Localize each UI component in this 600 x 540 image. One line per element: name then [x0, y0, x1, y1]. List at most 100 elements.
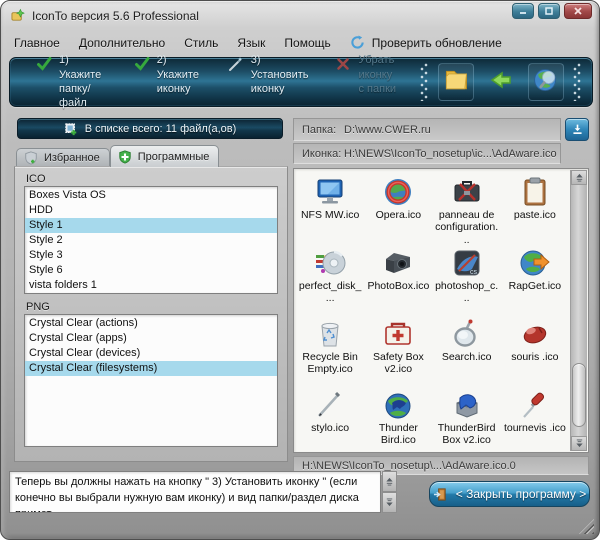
icon-grid-panel: NFS MW.icoOpera.icopanneau de configurat… [293, 168, 589, 453]
icon-file-label: tournevis .ico [504, 422, 566, 434]
globe-search-icon [532, 66, 560, 99]
maximize-button[interactable] [538, 3, 560, 19]
hint-text-box: Теперь вы должны нажать на кнопку " 3) У… [9, 471, 381, 513]
screwdriver-icon [519, 389, 551, 421]
shield-green-icon [118, 150, 132, 164]
toolbar-step-1[interactable]: 1) Укажитепапку/файл [36, 53, 109, 110]
file-count-label: В списке всего: 11 файл(а,ов) [85, 123, 237, 135]
list-item[interactable]: Style 1 [25, 218, 277, 233]
globe-bird-icon [382, 389, 414, 421]
scroll-down-button[interactable] [571, 436, 587, 451]
update-icon [350, 35, 365, 50]
folder-path-value: D:\www.CWER.ru [344, 124, 431, 136]
icon-grid-item[interactable]: cs photoshop_c... [433, 247, 501, 315]
toolbar-step-label: 3) Установитьиконку [251, 53, 311, 96]
icon-grid-item[interactable]: Opera.ico [364, 176, 432, 244]
tab-программные[interactable]: Программные [110, 145, 220, 167]
icon-grid-item[interactable]: Recycle Bin Empty.ico [296, 318, 364, 386]
window-controls [512, 3, 592, 19]
toolbar-separator [573, 63, 582, 101]
magnifier-icon [451, 318, 483, 350]
icon-path-label: Иконка: [302, 148, 344, 160]
minimize-button[interactable] [512, 3, 534, 19]
check-update-label: Проверить обновление [372, 36, 502, 50]
scroll-up-button[interactable] [571, 170, 587, 185]
window-title: IconTo версия 5.6 Professional [32, 9, 199, 23]
icon-grid-item[interactable]: Thunder Bird.ico [364, 389, 432, 457]
icon-grid-item[interactable]: panneau de configuration... [433, 176, 501, 244]
spinner-down-button[interactable] [382, 492, 397, 513]
stamp-icon [64, 122, 78, 136]
toolbar-step-label: 2) Укажитеиконку [157, 53, 203, 96]
right-panel: Папка: D:\www.CWER.ru Иконка: H:\NEWS\Ic… [293, 113, 589, 479]
listbox-png: Crystal Clear (actions)Crystal Clear (ap… [24, 314, 278, 447]
list-item[interactable]: Crystal Clear (apps) [25, 331, 277, 346]
list-item[interactable]: Style 2 [25, 233, 277, 248]
cross-red-icon [335, 56, 351, 72]
check-icon [134, 56, 150, 72]
scrollbar-thumb[interactable] [572, 363, 586, 427]
icon-file-label: photoshop_c... [435, 280, 499, 305]
wand-icon [228, 56, 244, 72]
menu-item-1[interactable]: Главное [14, 36, 60, 50]
app-icon [11, 8, 26, 23]
toolbar-step-3[interactable]: 3) Установитьиконку [228, 53, 311, 110]
spinner-up-button[interactable] [382, 471, 397, 492]
menu-item-3[interactable]: Стиль [184, 36, 218, 50]
close-program-button[interactable]: < Закрыть программу > [429, 481, 590, 507]
camera-box-icon [382, 247, 414, 279]
icon-grid-item[interactable]: stylo.ico [296, 389, 364, 457]
tab-избранное[interactable]: Избранное [16, 148, 110, 167]
icon-grid-item[interactable]: NFS MW.ico [296, 176, 364, 244]
icon-grid-item[interactable]: paste.ico [501, 176, 569, 244]
main-toolbar: 1) Укажитепапку/файл2) Укажитеиконку3) У… [9, 57, 593, 107]
icon-grid-item[interactable]: Search.ico [433, 318, 501, 386]
left-panel: В списке всего: 11 файл(а,ов) Избранное П… [9, 113, 291, 465]
hint-spinner [382, 471, 397, 513]
file-count-bar: В списке всего: 11 файл(а,ов) [17, 118, 283, 139]
title-bar: IconTo версия 5.6 Professional [1, 1, 599, 29]
list-item[interactable]: Boxes Vista OS [25, 188, 277, 203]
back-button[interactable] [483, 63, 519, 101]
toolbar-step-4: Убрать иконкус папки [335, 53, 420, 110]
list-item[interactable]: vista folders 1 [25, 278, 277, 293]
opera-globe-icon [382, 176, 414, 208]
icon-grid-item[interactable]: ThunderBird Box v2.ico [433, 389, 501, 457]
list-item[interactable]: Crystal Clear (devices) [25, 346, 277, 361]
icon-file-label: souris .ico [511, 351, 558, 363]
check-update-menu-item[interactable]: Проверить обновление [350, 35, 502, 50]
menu-bar: Главное Дополнительно Стиль Язык Помощь Пров… [1, 29, 599, 56]
shield-gray-icon [24, 151, 38, 165]
icon-grid-item[interactable]: RapGet.ico [501, 247, 569, 315]
toolbar-step-2[interactable]: 2) Укажитеиконку [134, 53, 203, 110]
menu-item-4[interactable]: Язык [237, 36, 265, 50]
pen-icon [314, 389, 346, 421]
icon-file-label: perfect_disk_... [298, 280, 362, 305]
list-item[interactable]: Crystal Clear (actions) [25, 316, 277, 331]
tab-label: Программные [138, 151, 210, 163]
close-window-button[interactable] [564, 3, 592, 19]
list-item[interactable]: Crystal Clear (filesystems) [25, 361, 277, 376]
icon-file-label: paste.ico [514, 209, 556, 221]
vertical-scrollbar[interactable] [570, 170, 587, 451]
resize-grip[interactable] [579, 519, 594, 534]
list-item[interactable]: Style 6 [25, 263, 277, 278]
icon-grid-item[interactable]: perfect_disk_... [296, 247, 364, 315]
icon-grid-item[interactable]: souris .ico [501, 318, 569, 386]
apply-icon-button[interactable] [565, 118, 589, 141]
icon-grid-item[interactable]: tournevis .ico [501, 389, 569, 457]
menu-item-2[interactable]: Дополнительно [79, 36, 165, 50]
recycle-bin-icon [314, 318, 346, 350]
icon-file-label: ThunderBird Box v2.ico [435, 422, 499, 447]
icon-grid-item[interactable]: PhotoBox.ico [364, 247, 432, 315]
menu-item-5[interactable]: Помощь [284, 36, 330, 50]
app-window: IconTo версия 5.6 Professional Главное До… [0, 0, 600, 540]
svg-text:cs: cs [470, 269, 478, 276]
list-item[interactable]: HDD [25, 203, 277, 218]
folder-button[interactable] [438, 63, 474, 101]
folder-path-row: Папка: D:\www.CWER.ru [293, 118, 561, 141]
icon-grid-item[interactable]: Safety Box v2.ico [364, 318, 432, 386]
search-button[interactable] [528, 63, 564, 101]
first-aid-box-icon [382, 318, 414, 350]
list-item[interactable]: Style 3 [25, 248, 277, 263]
